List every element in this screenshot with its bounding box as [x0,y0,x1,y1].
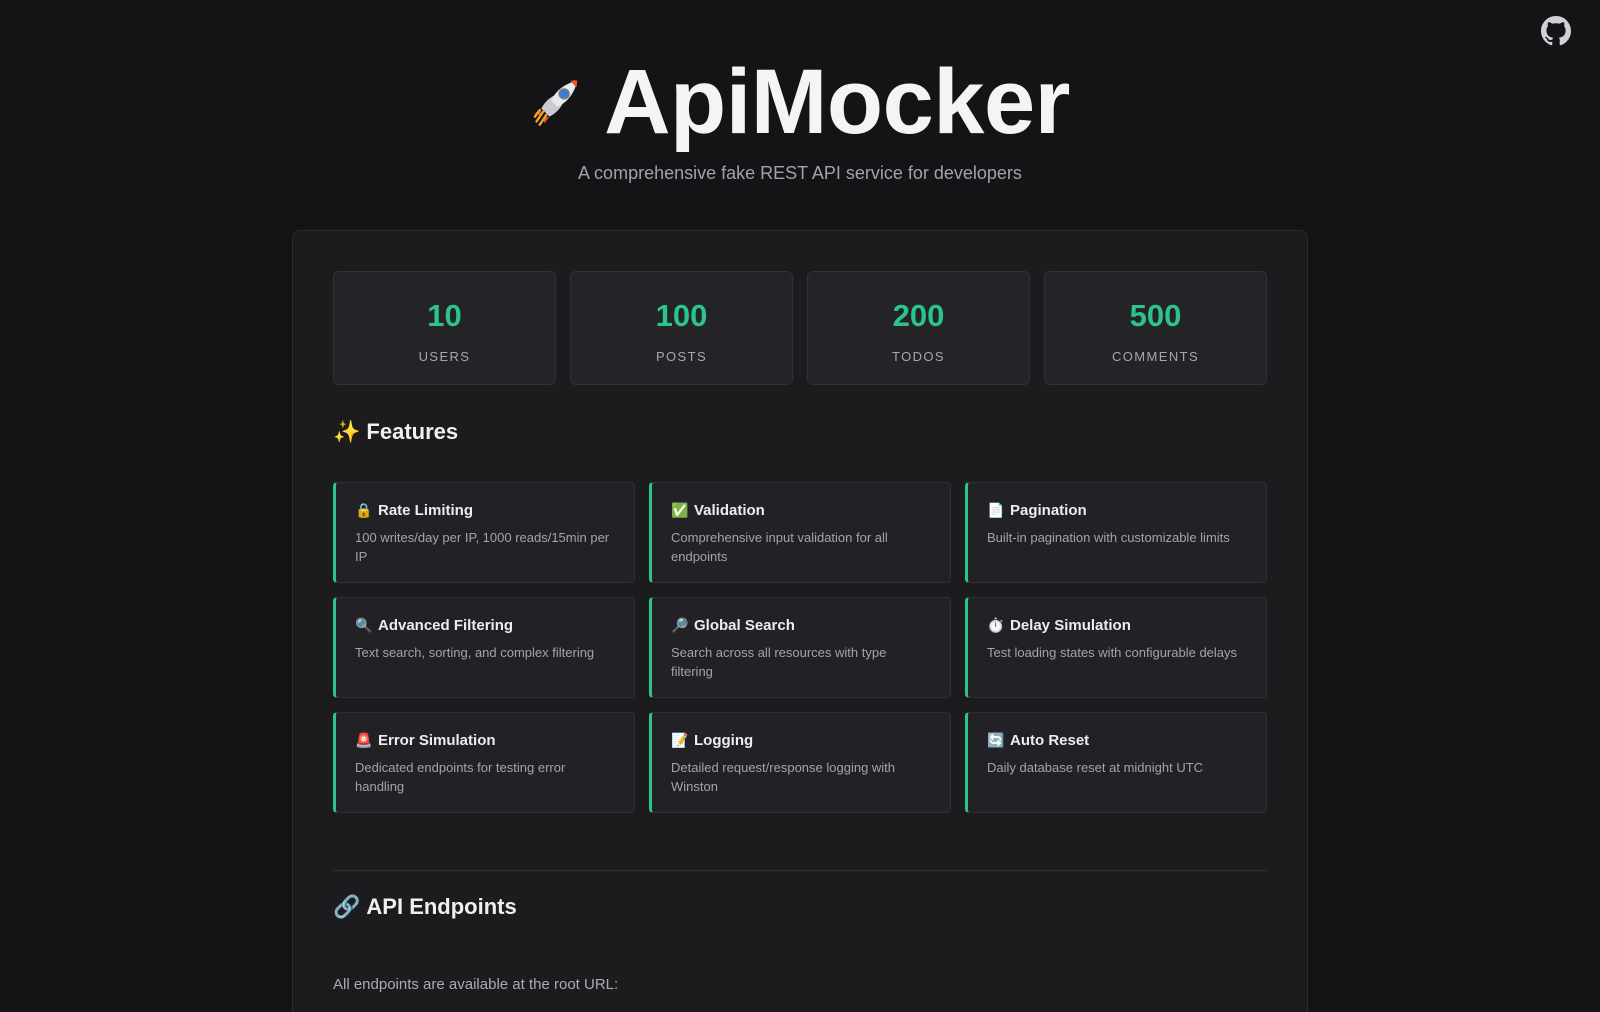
rocket-icon [533,80,578,126]
link-icon: 🔗 [333,894,361,919]
refresh-icon: 🔄 [987,732,1005,748]
endpoints-heading: 🔗 API Endpoints [333,894,517,920]
siren-icon: 🚨 [355,732,373,748]
stat-label: COMMENTS [1111,349,1200,364]
feature-title-text: Error Simulation [378,732,496,749]
feature-card-advanced-filtering: 🔍 Advanced Filtering Text search, sortin… [333,597,635,698]
feature-title-text: Logging [694,732,754,749]
section-divider [333,870,1267,871]
feature-title: ⏱️ Delay Simulation [987,617,1246,634]
feature-title-text: Global Search [694,617,795,634]
features-heading-text: Features [366,419,459,444]
stat-label: POSTS [655,349,708,364]
stat-label: TODOS [892,349,945,364]
github-link[interactable] [1541,16,1571,46]
feature-card-validation: ✅ Validation Comprehensive input validat… [649,482,951,583]
stat-users: 10 USERS [333,271,556,385]
app-title-row: ApiMocker [530,51,1070,153]
features-heading: ✨ Features [333,419,458,445]
page-icon: 📄 [987,502,1005,518]
feature-title: 🔒 Rate Limiting [355,502,614,519]
feature-desc: Text search, sorting, and complex filter… [355,645,595,660]
main-card: 10 USERS 100 POSTS 200 TODOS 500 COMMENT… [292,230,1308,1012]
feature-title: 🚨 Error Simulation [355,732,614,749]
hero-header: ApiMocker A comprehensive fake REST API … [0,0,1600,229]
feature-title: ✅ Validation [671,502,930,519]
feature-desc: Daily database reset at midnight UTC [987,760,1204,775]
stat-todos: 200 TODOS [807,271,1030,385]
feature-desc: Detailed request/response logging with W… [671,760,896,794]
app-title: ApiMocker [604,50,1070,153]
stats-grid: 10 USERS 100 POSTS 200 TODOS 500 COMMENT… [333,271,1267,385]
feature-title: 📄 Pagination [987,502,1246,519]
stat-posts: 100 POSTS [570,271,793,385]
features-grid: 🔒 Rate Limiting 100 writes/day per IP, 1… [333,482,1267,813]
feature-title: 🔎 Global Search [671,617,930,634]
endpoints-intro: All endpoints are available at the root … [333,976,619,993]
feature-title-text: Pagination [1010,502,1087,519]
feature-title-text: Delay Simulation [1010,617,1131,634]
feature-title-text: Validation [694,502,765,519]
memo-icon: 📝 [671,732,689,748]
page: ApiMocker A comprehensive fake REST API … [0,0,1600,1012]
stopwatch-icon: ⏱️ [987,617,1005,633]
lock-icon: 🔒 [355,502,373,518]
magnifier-right-icon: 🔎 [671,617,689,633]
magnifier-icon: 🔍 [355,617,373,633]
stat-comments: 500 COMMENTS [1044,271,1267,385]
feature-desc: Search across all resources with type fi… [671,645,887,679]
feature-desc: Built-in pagination with customizable li… [987,530,1230,545]
feature-card-delay-simulation: ⏱️ Delay Simulation Test loading states … [965,597,1267,698]
endpoints-heading-text: API Endpoints [366,894,517,919]
feature-desc: Comprehensive input validation for all e… [671,530,888,564]
feature-title: 🔍 Advanced Filtering [355,617,614,634]
feature-desc: Test loading states with configurable de… [987,645,1238,660]
feature-card-auto-reset: 🔄 Auto Reset Daily database reset at mid… [965,712,1267,813]
feature-title: 📝 Logging [671,732,930,749]
stat-value: 200 [892,298,945,333]
stat-label: USERS [418,349,471,364]
stat-value: 100 [655,298,708,333]
feature-title-text: Advanced Filtering [378,617,514,634]
github-icon [1541,16,1571,46]
feature-card-pagination: 📄 Pagination Built-in pagination with cu… [965,482,1267,583]
stat-value: 500 [1129,298,1182,333]
stat-value: 10 [427,298,462,333]
feature-title-text: Auto Reset [1010,732,1090,749]
feature-card-logging: 📝 Logging Detailed request/response logg… [649,712,951,813]
feature-card-error-simulation: 🚨 Error Simulation Dedicated endpoints f… [333,712,635,813]
app-subtitle: A comprehensive fake REST API service fo… [578,163,1022,183]
sparkles-icon: ✨ [333,419,361,444]
feature-card-global-search: 🔎 Global Search Search across all resour… [649,597,951,698]
feature-desc: Dedicated endpoints for testing error ha… [355,760,566,794]
feature-card-rate-limiting: 🔒 Rate Limiting 100 writes/day per IP, 1… [333,482,635,583]
checkmark-icon: ✅ [671,502,689,518]
feature-desc: 100 writes/day per IP, 1000 reads/15min … [355,530,610,564]
feature-title-text: Rate Limiting [378,502,474,519]
feature-title: 🔄 Auto Reset [987,732,1246,749]
